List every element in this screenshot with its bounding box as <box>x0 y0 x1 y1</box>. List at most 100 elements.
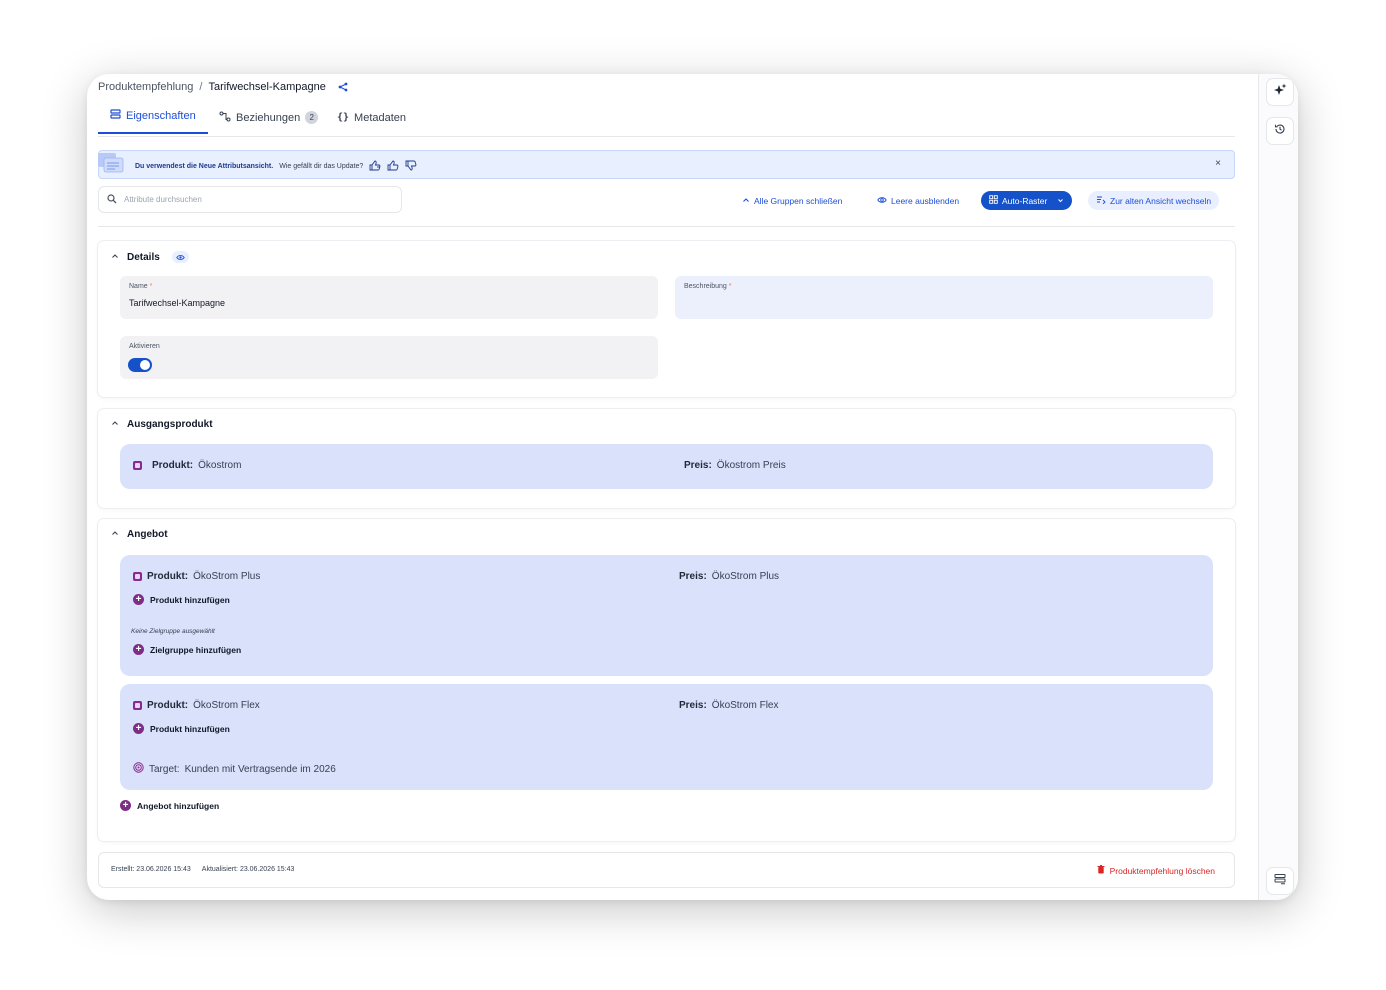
delete-label: Produktempfehlung löschen <box>1109 865 1215 876</box>
details-section: Details Name * Tarifwechsel-Kampagne Bes… <box>98 241 1235 397</box>
trash-icon <box>1097 865 1105 876</box>
add-product-label: Produkt hinzufügen <box>150 723 230 734</box>
history-button[interactable] <box>1266 117 1294 145</box>
share-icon[interactable] <box>338 82 348 92</box>
list-icon <box>110 109 121 123</box>
offer-price: Preis: ÖkoStrom Flex <box>679 700 778 711</box>
chevron-up-icon <box>742 196 750 206</box>
right-rail <box>1258 74 1298 900</box>
price-value[interactable]: ÖkoStrom Flex <box>712 700 779 711</box>
chevron-up-icon <box>111 529 119 540</box>
tab-label: Beziehungen <box>236 111 301 124</box>
hide-empty-button[interactable]: Leere ausblenden <box>877 191 959 210</box>
main-panel: Produktempfehlung / Tarifwechsel-Kampagn… <box>87 74 1259 900</box>
source-product-header[interactable]: Ausgangsprodukt <box>111 419 213 430</box>
close-icon[interactable]: × <box>1215 158 1221 169</box>
collapse-all-label: Alle Gruppen schließen <box>754 195 843 206</box>
chevron-up-icon <box>111 419 119 430</box>
breadcrumb-parent[interactable]: Produktempfehlung <box>98 81 193 93</box>
feedback-icon <box>97 150 125 183</box>
price-value[interactable]: ÖkoStrom Plus <box>712 571 779 582</box>
name-field[interactable]: Name * Tarifwechsel-Kampagne <box>120 276 658 319</box>
add-target-label: Zielgruppe hinzufügen <box>150 644 242 655</box>
offer-header[interactable]: Angebot <box>111 529 168 540</box>
add-offer-button[interactable]: + Angebot hinzufügen <box>120 800 219 811</box>
plus-icon: + <box>133 594 144 605</box>
offer-card: Produkt: ÖkoStrom Flex Preis: ÖkoStrom F… <box>120 684 1213 790</box>
offer-section: Angebot Produkt: ÖkoStrom Plus Preis: Ök… <box>98 519 1235 841</box>
add-target-button[interactable]: + Zielgruppe hinzufügen <box>133 644 241 655</box>
description-label: Beschreibung * <box>684 283 732 290</box>
created-info: Erstellt: 23.06.2026 15:43 <box>111 866 191 873</box>
eye-icon[interactable] <box>171 251 189 263</box>
target-value[interactable]: Kunden mit Vertragsende im 2026 <box>185 764 336 775</box>
offer-product: Produkt: ÖkoStrom Plus <box>133 571 260 582</box>
banner-text: Du verwendest die Neue Attributsansicht.… <box>135 160 417 173</box>
ai-assistant-button[interactable] <box>1266 78 1294 106</box>
thumbs-down-icon[interactable] <box>405 160 417 173</box>
product-value[interactable]: ÖkoStrom Flex <box>193 700 260 711</box>
product-icon <box>133 701 142 710</box>
no-target-note: Keine Zielgruppe ausgewählt <box>131 628 215 635</box>
product-key: Produkt: <box>152 460 194 471</box>
price-value[interactable]: Ökostrom Preis <box>717 460 786 471</box>
add-product-label: Produkt hinzufügen <box>150 594 230 605</box>
offer-card: Produkt: ÖkoStrom Plus Preis: ÖkoStrom P… <box>120 555 1213 676</box>
braces-icon: {} <box>337 112 350 123</box>
banner-question: Wie gefällt dir das Update? <box>279 163 364 170</box>
add-product-button[interactable]: + Produkt hinzufügen <box>133 594 230 605</box>
source-product-product: Produkt: Ökostrom <box>133 460 241 471</box>
activate-toggle[interactable] <box>128 358 152 372</box>
thumbs-neutral-icon[interactable] <box>369 160 381 173</box>
thumbs-up-icon[interactable] <box>387 160 399 173</box>
details-header[interactable]: Details <box>111 251 189 263</box>
auto-grid-button[interactable]: Auto-Raster <box>981 191 1073 210</box>
banner-message: Du verwendest die Neue Attributsansicht. <box>135 163 274 170</box>
tab-beziehungen[interactable]: Beziehungen 2 <box>219 100 319 135</box>
auto-grid-label: Auto-Raster <box>1002 195 1048 206</box>
old-view-label: Zur alten Ansicht wechseln <box>1110 195 1212 206</box>
details-title: Details <box>127 251 160 263</box>
product-icon <box>133 572 142 581</box>
add-offer-label: Angebot hinzufügen <box>137 800 220 811</box>
activate-label: Aktivieren <box>129 343 160 350</box>
plus-icon: + <box>120 800 131 811</box>
offer-title: Angebot <box>127 529 168 540</box>
product-value[interactable]: Ökostrom <box>198 460 241 471</box>
source-product-section: Ausgangsprodukt Produkt: Ökostrom Preis:… <box>98 409 1235 508</box>
attribute-search <box>98 186 402 213</box>
old-view-button[interactable]: Zur alten Ansicht wechseln <box>1088 191 1220 210</box>
product-value[interactable]: ÖkoStrom Plus <box>193 571 260 582</box>
eye-icon <box>877 196 887 206</box>
name-label: Name * <box>129 283 153 290</box>
price-key: Preis: <box>679 571 707 582</box>
search-icon <box>107 191 117 209</box>
grid-icon <box>989 195 998 206</box>
tab-eigenschaften[interactable]: Eigenschaften <box>98 100 208 134</box>
sparkle-icon <box>1273 83 1287 102</box>
search-input[interactable] <box>122 194 386 205</box>
delete-button[interactable]: Produktempfehlung löschen <box>1097 865 1215 876</box>
tab-label: Eigenschaften <box>126 110 196 122</box>
timestamps: Erstellt: 23.06.2026 15:43 Aktualisiert:… <box>111 866 294 873</box>
app-window: Produktempfehlung / Tarifwechsel-Kampagn… <box>87 74 1298 900</box>
activate-field: Aktivieren <box>120 336 658 379</box>
tab-label: Metadaten <box>354 111 407 124</box>
source-product-card: Produkt: Ökostrom Preis: Ökostrom Preis <box>120 444 1213 489</box>
relations-icon <box>219 111 231 125</box>
collapse-all-button[interactable]: Alle Gruppen schließen <box>742 191 842 210</box>
add-product-button[interactable]: + Produkt hinzufügen <box>133 723 230 734</box>
count-badge: 2 <box>305 111 319 124</box>
panel-toggle-button[interactable] <box>1266 867 1294 895</box>
updated-info: Aktualisiert: 23.06.2026 15:43 <box>201 866 295 873</box>
chevron-down-icon <box>1057 196 1064 206</box>
product-key: Produkt: <box>147 571 189 582</box>
chevron-up-icon <box>111 252 119 263</box>
breadcrumb-separator: / <box>199 81 203 93</box>
source-product-price: Preis: Ökostrom Preis <box>684 460 786 471</box>
description-field[interactable]: Beschreibung * <box>675 276 1213 319</box>
divider <box>98 226 1235 227</box>
source-product-title: Ausgangsprodukt <box>127 419 213 430</box>
switch-view-icon <box>1096 195 1106 206</box>
tab-metadaten[interactable]: {} Metadaten <box>337 100 406 135</box>
